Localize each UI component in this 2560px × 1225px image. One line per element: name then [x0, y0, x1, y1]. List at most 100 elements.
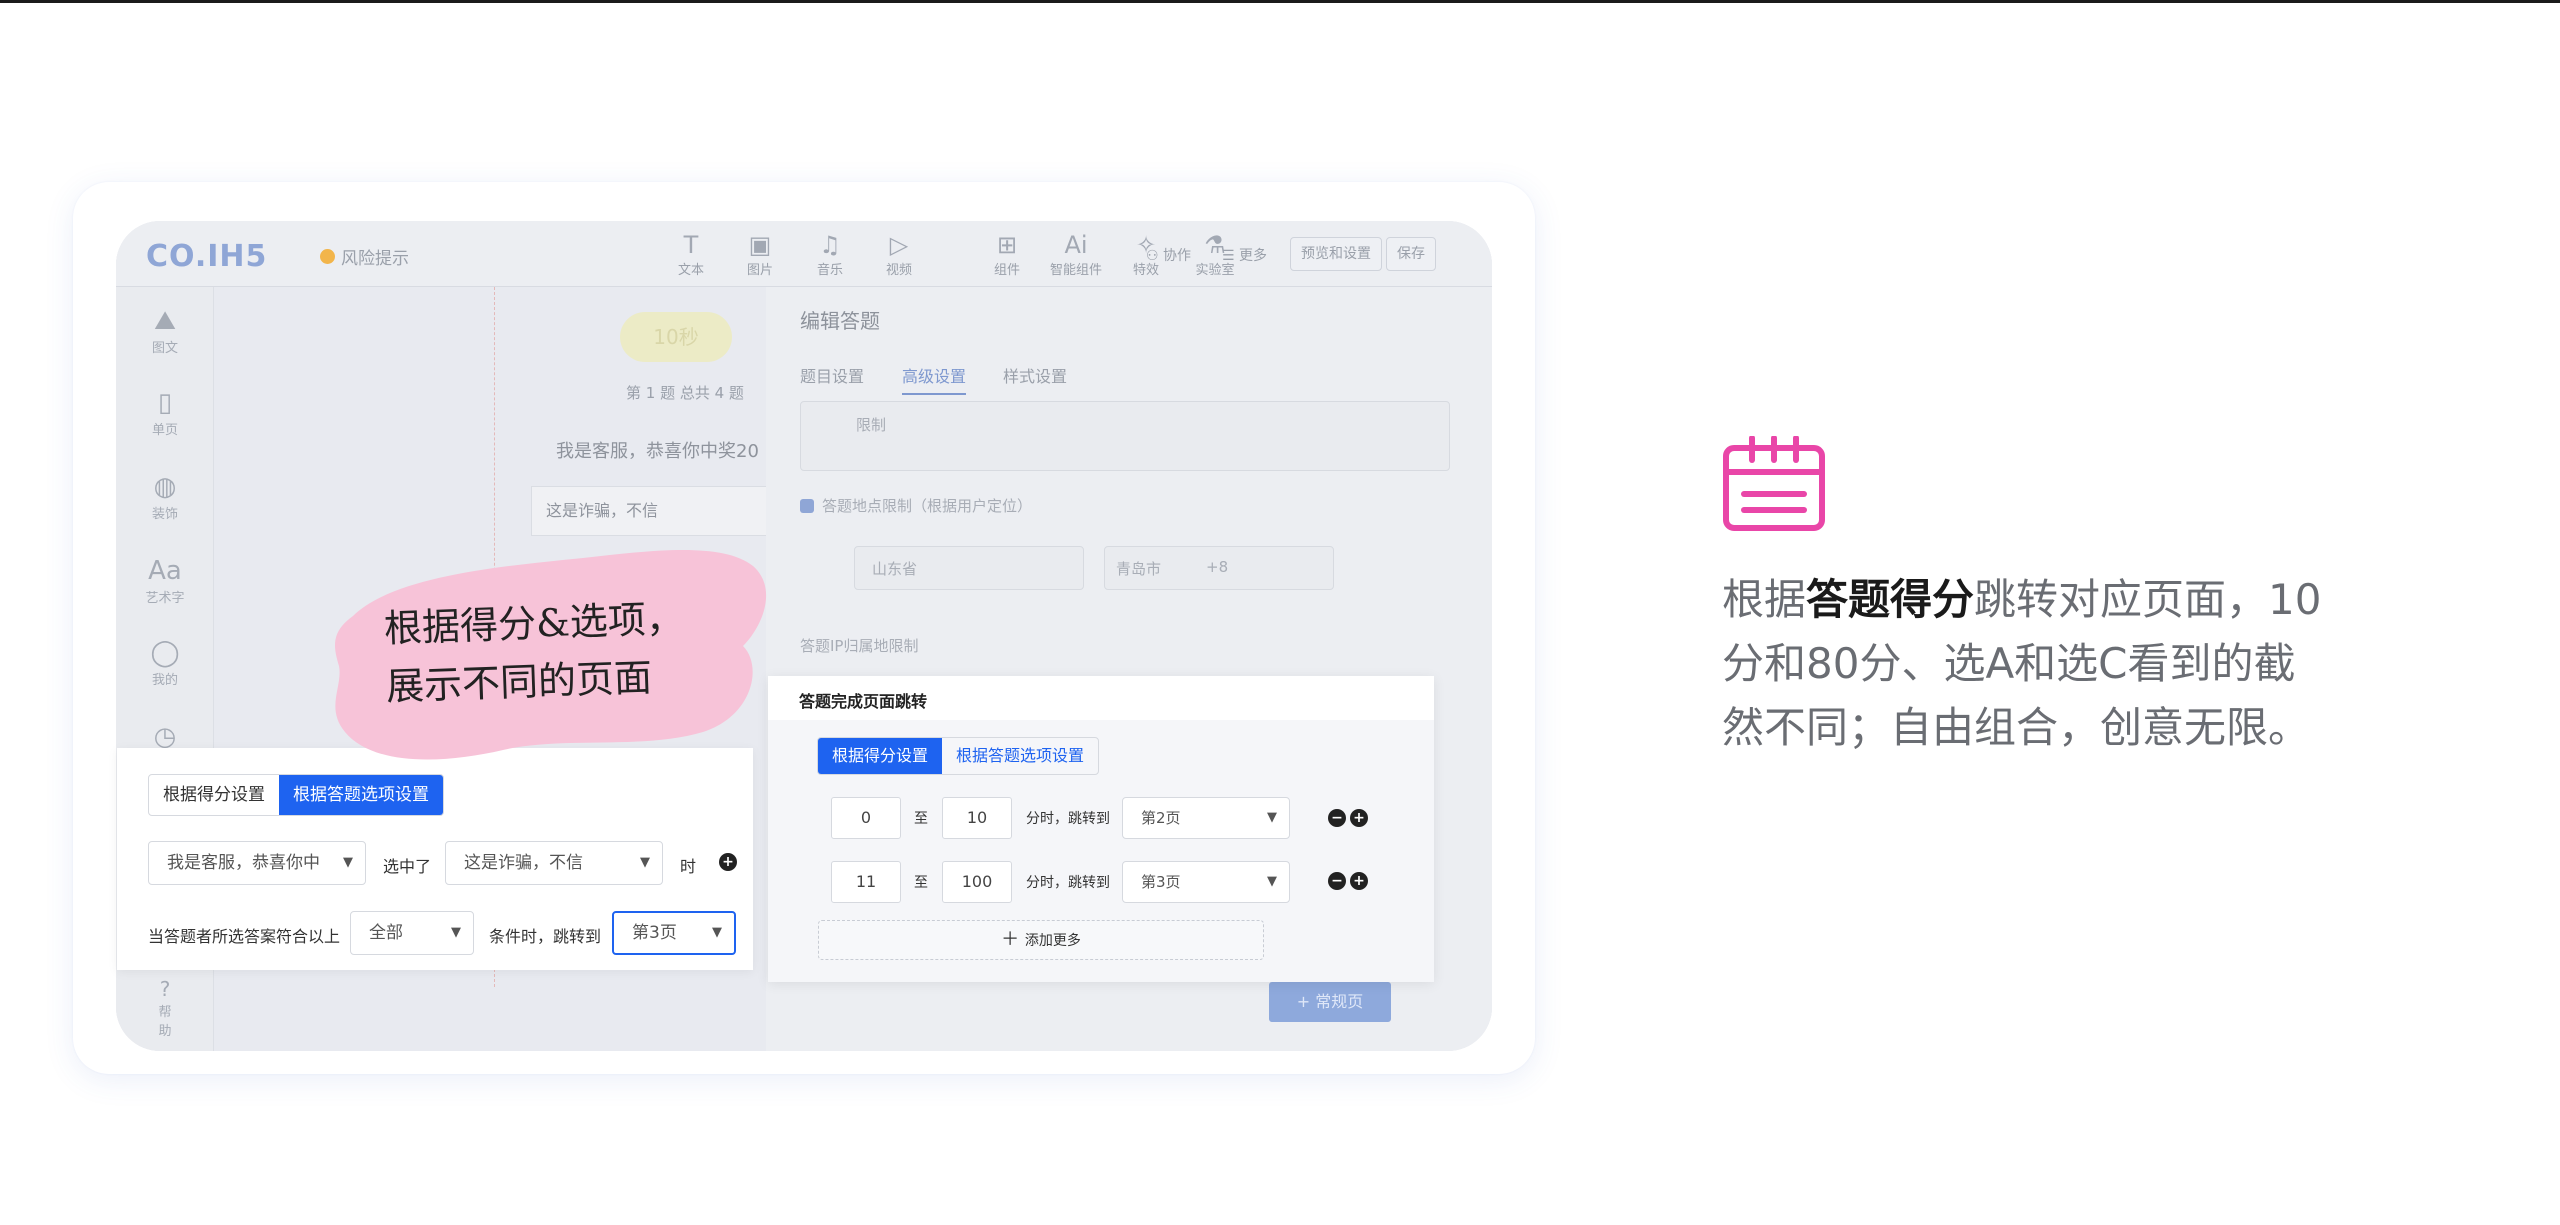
- sidebar-item-user[interactable]: ◯ 我的: [116, 637, 214, 688]
- checkbox-checked-icon: [800, 499, 814, 513]
- tab-by-option[interactable]: 根据答题选项设置: [942, 738, 1098, 774]
- sidebar-item-label: 艺术字: [145, 591, 185, 606]
- panel-title: 编辑答题: [800, 309, 880, 333]
- add-regular-page-button[interactable]: + 常规页: [1269, 982, 1391, 1022]
- tool-label: 特效: [1132, 263, 1159, 278]
- warning-icon: [320, 249, 335, 264]
- jump-label: 分时，跳转到: [1026, 811, 1110, 827]
- score-popup-tabs: 根据得分设置 根据答题选项设置: [817, 737, 1100, 775]
- add-row-icon[interactable]: +: [1350, 872, 1368, 890]
- help-icon: ?: [159, 977, 171, 1001]
- sidebar-item-label: 单页: [151, 423, 178, 438]
- palette-icon: ◍: [153, 472, 177, 502]
- location-limit-row[interactable]: 答题地点限制（根据用户定位）: [800, 495, 1032, 516]
- music-icon: ♫: [819, 231, 841, 259]
- risk-label: 风险提示: [341, 249, 409, 269]
- popup-header: 答题完成页面跳转: [768, 676, 1434, 720]
- single-page-icon: ▯: [157, 388, 173, 418]
- score-to-input[interactable]: 100: [942, 861, 1012, 903]
- editor-header: CO.IH5 风险提示 T 文本 ▣ 图片 ♫ 音乐 ▷ 视频 ⊞ 组件 Ai 智能组件 ✧ 特效 ⚗ 实验室…: [116, 221, 1492, 287]
- question-select[interactable]: 我是客服，恭喜你中 ▼: [148, 841, 366, 885]
- app-logo: CO.IH5: [146, 239, 268, 274]
- caret-down-icon: ▼: [451, 925, 461, 940]
- handwritten-callout: 根据得分&选项， 展示不同的页面: [383, 596, 685, 709]
- save-button[interactable]: 保存: [1386, 237, 1436, 271]
- user-icon: ◯: [150, 638, 180, 668]
- jump-label: 分时，跳转到: [1026, 875, 1110, 891]
- tool-video[interactable]: ▷ 视频: [869, 231, 929, 278]
- art-text-icon: Aa: [148, 556, 182, 586]
- caret-down-icon: ▼: [1267, 810, 1277, 825]
- answer-select[interactable]: 这是诈骗，不信 ▼: [445, 841, 663, 885]
- time-label: 时: [680, 857, 697, 876]
- risk-indicator[interactable]: 风险提示: [320, 244, 409, 269]
- tab-question-settings[interactable]: 题目设置: [800, 363, 864, 387]
- caret-down-icon: ▼: [1267, 874, 1277, 889]
- target-page-select[interactable]: 第3页 ▼: [612, 911, 736, 955]
- tab-by-score[interactable]: 根据得分设置: [818, 738, 943, 774]
- to-label: 至: [914, 875, 928, 891]
- answer-option[interactable]: 这是诈骗，不信: [531, 486, 771, 536]
- option-popup-tabs: 根据得分设置 根据答题选项设置: [148, 774, 444, 816]
- tool-label: 组件: [993, 263, 1020, 278]
- sidebar-item-palette[interactable]: ◍ 装饰: [116, 471, 214, 522]
- caret-down-icon: ▼: [712, 925, 722, 940]
- image-icon: ▣: [748, 231, 772, 259]
- tab-style-settings[interactable]: 样式设置: [1003, 363, 1067, 387]
- collab-icon: ⚇: [1146, 248, 1164, 264]
- tool-label: 音乐: [816, 263, 843, 278]
- add-more-button[interactable]: ＋ 添加更多: [818, 920, 1264, 960]
- to-label: 至: [914, 811, 928, 827]
- tool-label: 实验室: [1195, 263, 1235, 278]
- sidebar-item-art-text[interactable]: Aa 艺术字: [116, 555, 214, 606]
- remove-row-icon[interactable]: −: [1328, 809, 1346, 827]
- selected-label: 选中了: [383, 857, 432, 876]
- timer-badge: 10秒: [620, 312, 732, 362]
- sidebar-item-label: 我的: [151, 673, 178, 688]
- caret-down-icon: ▼: [343, 855, 353, 870]
- tool-music[interactable]: ♫ 音乐: [800, 231, 860, 278]
- tab-by-option[interactable]: 根据答题选项设置: [279, 775, 443, 815]
- popup-title: 答题完成页面跳转: [799, 692, 928, 711]
- tool-label: 智能组件: [1049, 263, 1102, 278]
- tool-ai-component[interactable]: Ai 智能组件: [1046, 231, 1106, 278]
- more-link[interactable]: ☰ 更多: [1222, 245, 1267, 265]
- tab-advanced-settings[interactable]: 高级设置: [902, 363, 967, 395]
- score-target-select[interactable]: 第2页 ▼: [1122, 797, 1290, 839]
- province-value: 山东省: [872, 560, 918, 578]
- tab-by-score[interactable]: 根据得分设置: [149, 775, 279, 815]
- calendar-icon: [1723, 436, 1825, 531]
- ip-limit-label[interactable]: 答题IP归属地限制: [800, 635, 918, 656]
- help-item[interactable]: ? 帮助: [153, 977, 177, 1039]
- city-value: 青岛市: [1116, 560, 1162, 578]
- sidebar-item-single-page[interactable]: ▯ 单页: [116, 387, 214, 438]
- tool-text[interactable]: T 文本: [661, 231, 721, 278]
- tool-image[interactable]: ▣ 图片: [730, 231, 790, 278]
- video-icon: ▷: [889, 231, 909, 259]
- tool-label: 文本: [677, 263, 704, 278]
- sidebar-item-graphic-text[interactable]: ⛰ 图文: [116, 305, 214, 356]
- add-row-icon[interactable]: +: [1350, 809, 1368, 827]
- question-text: 我是客服，恭喜你中奖20: [556, 441, 759, 462]
- top-divider: [0, 0, 2560, 3]
- score-from-input[interactable]: 11: [831, 861, 901, 903]
- tool-label: 视频: [885, 263, 912, 278]
- component-icon: ⊞: [996, 231, 1018, 259]
- sidebar-item-label: 图文: [151, 341, 178, 356]
- tool-component[interactable]: ⊞ 组件: [977, 231, 1037, 278]
- ai-component-icon: Ai: [1064, 231, 1088, 259]
- remove-row-icon[interactable]: −: [1328, 872, 1346, 890]
- score-from-input[interactable]: 0: [831, 797, 901, 839]
- graphic-text-icon: ⛰: [154, 306, 176, 336]
- list-icon: ☰: [1222, 248, 1240, 264]
- score-to-input[interactable]: 10: [942, 797, 1012, 839]
- score-target-select[interactable]: 第3页 ▼: [1122, 861, 1290, 903]
- preview-settings-button[interactable]: 预览和设置: [1290, 237, 1382, 271]
- plus-icon: ＋: [1001, 929, 1025, 950]
- sidebar-item-label: 装饰: [151, 507, 178, 522]
- condition-select[interactable]: 全部 ▼: [350, 911, 474, 955]
- collab-link[interactable]: ⚇ 协作: [1146, 245, 1191, 265]
- city-extra: +8: [1206, 558, 1229, 576]
- limit-box: [800, 401, 1450, 471]
- add-condition-icon[interactable]: +: [719, 853, 737, 871]
